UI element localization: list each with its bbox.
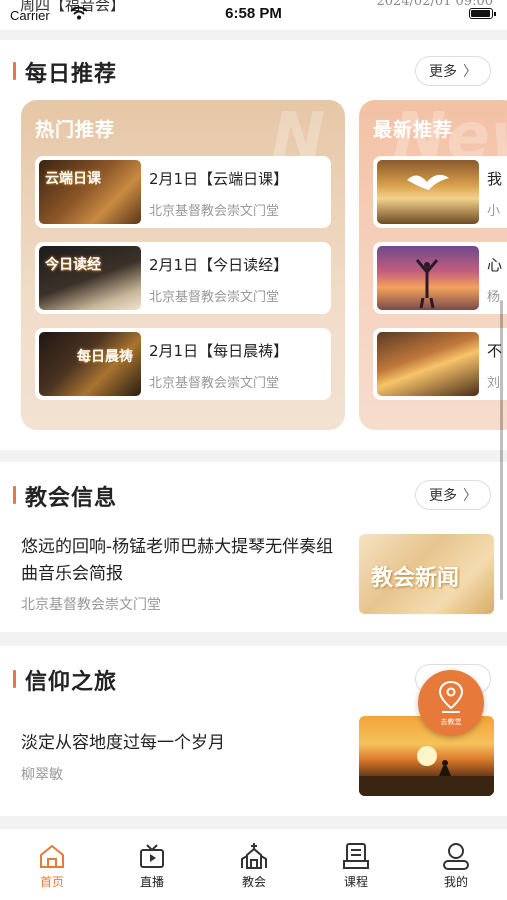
scroll-indicator[interactable]: [500, 300, 503, 600]
more-label: 更多: [429, 64, 457, 80]
person-silhouette-icon: [415, 259, 439, 309]
tab-profile[interactable]: 我的: [426, 841, 486, 890]
article-title: 淡定从容地度过每一个岁月: [21, 733, 225, 753]
chevron-right-icon: 〉: [463, 64, 477, 80]
section-title: 教会信息: [25, 486, 118, 511]
list-item[interactable]: 我 小: [373, 156, 507, 228]
item-title: 心: [487, 256, 503, 274]
tab-label: 我的: [443, 875, 468, 889]
item-subtitle: 北京基督教会崇文门堂: [149, 290, 280, 305]
sunset-silhouette-icon: [359, 746, 494, 796]
daily-recommend-section: 每日推荐 更多 〉 N 热门推荐 云端日课 2月1日【云端日课】 北京基督教会崇…: [0, 40, 507, 450]
news-source: 北京基督教会崇文门堂: [21, 597, 161, 613]
profile-icon: [443, 843, 469, 870]
list-item[interactable]: 不 刘: [373, 328, 507, 400]
tab-course[interactable]: 课程: [326, 841, 386, 890]
section-header: 每日推荐 更多 〉: [0, 50, 507, 90]
fab-label: 去教堂: [440, 718, 462, 726]
battery-icon: [469, 8, 496, 19]
item-title: 2月1日【今日读经】: [149, 256, 289, 274]
item-subtitle: 杨: [487, 290, 501, 305]
list-item[interactable]: 心 杨: [373, 242, 507, 314]
item-subtitle: 刘: [487, 376, 501, 391]
item-title: 我: [487, 170, 503, 188]
thumbnail: [377, 160, 479, 224]
section-accent-bar: [13, 62, 16, 80]
item-subtitle: 小: [487, 204, 501, 219]
latest-recommend-card: New 最新推荐 我 小 心 杨 不 刘: [359, 100, 507, 430]
thumbnail: 每日晨祷: [39, 332, 141, 396]
thumbnail-text: 云端日课: [45, 171, 101, 187]
section-title: 信仰之旅: [25, 670, 118, 695]
tab-live[interactable]: 直播: [122, 841, 182, 890]
home-icon: [40, 844, 64, 868]
church-info-section: 教会信息 更多 〉 悠远的回响-杨锰老师巴赫大提琴无伴奏组曲音乐会简报 北京基督…: [0, 462, 507, 632]
list-item[interactable]: 云端日课 2月1日【云端日课】 北京基督教会崇文门堂: [35, 156, 331, 228]
tab-home[interactable]: 首页: [22, 841, 82, 890]
thumbnail: [377, 246, 479, 310]
item-subtitle: 北京基督教会崇文门堂: [149, 376, 280, 391]
dove-icon: [407, 174, 449, 190]
section-accent-bar: [13, 486, 16, 504]
status-bar: 周四【福音会】 2024/02/01 09:00 Carrier 6:58 PM: [0, 0, 507, 30]
article-author: 柳翠敏: [21, 767, 63, 783]
list-item[interactable]: 今日读经 2月1日【今日读经】 北京基督教会崇文门堂: [35, 242, 331, 314]
tab-church[interactable]: 教会: [224, 841, 284, 890]
tab-label: 直播: [139, 875, 164, 889]
chevron-right-icon: 〉: [463, 488, 477, 504]
thumbnail: 今日读经: [39, 246, 141, 310]
tab-label: 教会: [241, 875, 266, 889]
thumbnail: [377, 332, 479, 396]
tv-icon: [140, 844, 164, 868]
thumbnail-text: 每日晨祷: [77, 349, 133, 365]
item-title: 2月1日【每日晨祷】: [149, 342, 289, 360]
clock: 6:58 PM: [225, 5, 282, 22]
location-pin-icon: [438, 680, 464, 713]
section-header: 教会信息 更多 〉: [0, 474, 507, 514]
more-label: 更多: [429, 488, 457, 504]
list-item[interactable]: 每日晨祷 2月1日【每日晨祷】 北京基督教会崇文门堂: [35, 328, 331, 400]
news-thumbnail: 教会新闻: [359, 534, 494, 614]
hot-recommend-card: N 热门推荐 云端日课 2月1日【云端日课】 北京基督教会崇文门堂 今日读经 2…: [21, 100, 345, 430]
course-icon: [343, 843, 369, 869]
section-accent-bar: [13, 670, 16, 688]
section-title: 每日推荐: [25, 62, 118, 87]
church-icon: [241, 843, 267, 869]
thumbnail: 云端日课: [39, 160, 141, 224]
item-title: 2月1日【云端日课】: [149, 170, 289, 188]
tab-label: 首页: [39, 875, 64, 889]
thumbnail-text: 今日读经: [45, 257, 101, 273]
bottom-tab-bar: 首页 直播 教会 课程 我的: [0, 828, 507, 900]
more-button[interactable]: 更多 〉: [415, 56, 491, 86]
tab-label: 课程: [343, 875, 368, 889]
news-title: 悠远的回响-杨锰老师巴赫大提琴无伴奏组曲音乐会简报: [21, 537, 334, 584]
more-button[interactable]: 更多 〉: [415, 480, 491, 510]
news-thumbnail-text: 教会新闻: [371, 566, 460, 591]
article-thumbnail: [359, 716, 494, 796]
card-title: 最新推荐: [373, 119, 454, 141]
go-to-church-fab[interactable]: 去教堂: [418, 670, 484, 736]
card-title: 热门推荐: [35, 119, 116, 141]
item-subtitle: 北京基督教会崇文门堂: [149, 204, 280, 219]
